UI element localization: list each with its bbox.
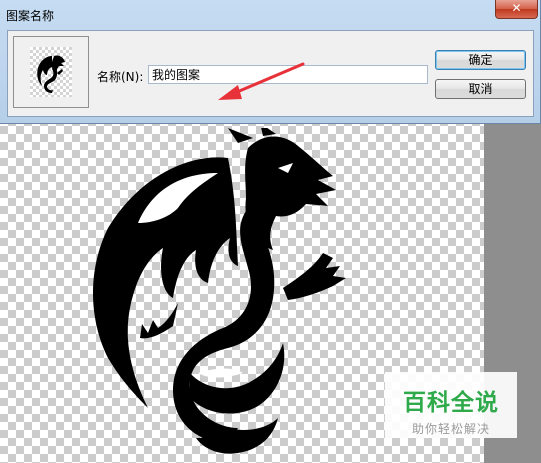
name-label: 名称(N): <box>97 70 144 84</box>
dialog-title: 图案名称 <box>6 9 55 23</box>
watermark-subtitle: 助你轻松解决 <box>411 422 490 436</box>
close-button[interactable]: ✕ <box>495 0 538 19</box>
ok-button[interactable]: 确定 <box>435 50 526 70</box>
cancel-button[interactable]: 取消 <box>435 79 526 99</box>
watermark-title: 百科全说 <box>403 390 499 416</box>
pattern-name-field[interactable] <box>148 65 428 84</box>
dialog-titlebar[interactable]: 图案名称 ✕ <box>0 0 540 30</box>
dragon-pattern-icon <box>37 55 65 93</box>
dialog-body: 名称(N): 确定 取消 <box>7 30 534 117</box>
dragon-tribal-image <box>93 128 346 454</box>
pattern-name-dialog: 图案名称 ✕ 名称(N): 确定 <box>0 0 541 124</box>
watermark: 百科全说 助你轻松解决 <box>385 372 517 438</box>
close-icon: ✕ <box>511 1 522 15</box>
pattern-preview <box>13 36 89 108</box>
pattern-preview-thumbnail <box>30 47 72 97</box>
